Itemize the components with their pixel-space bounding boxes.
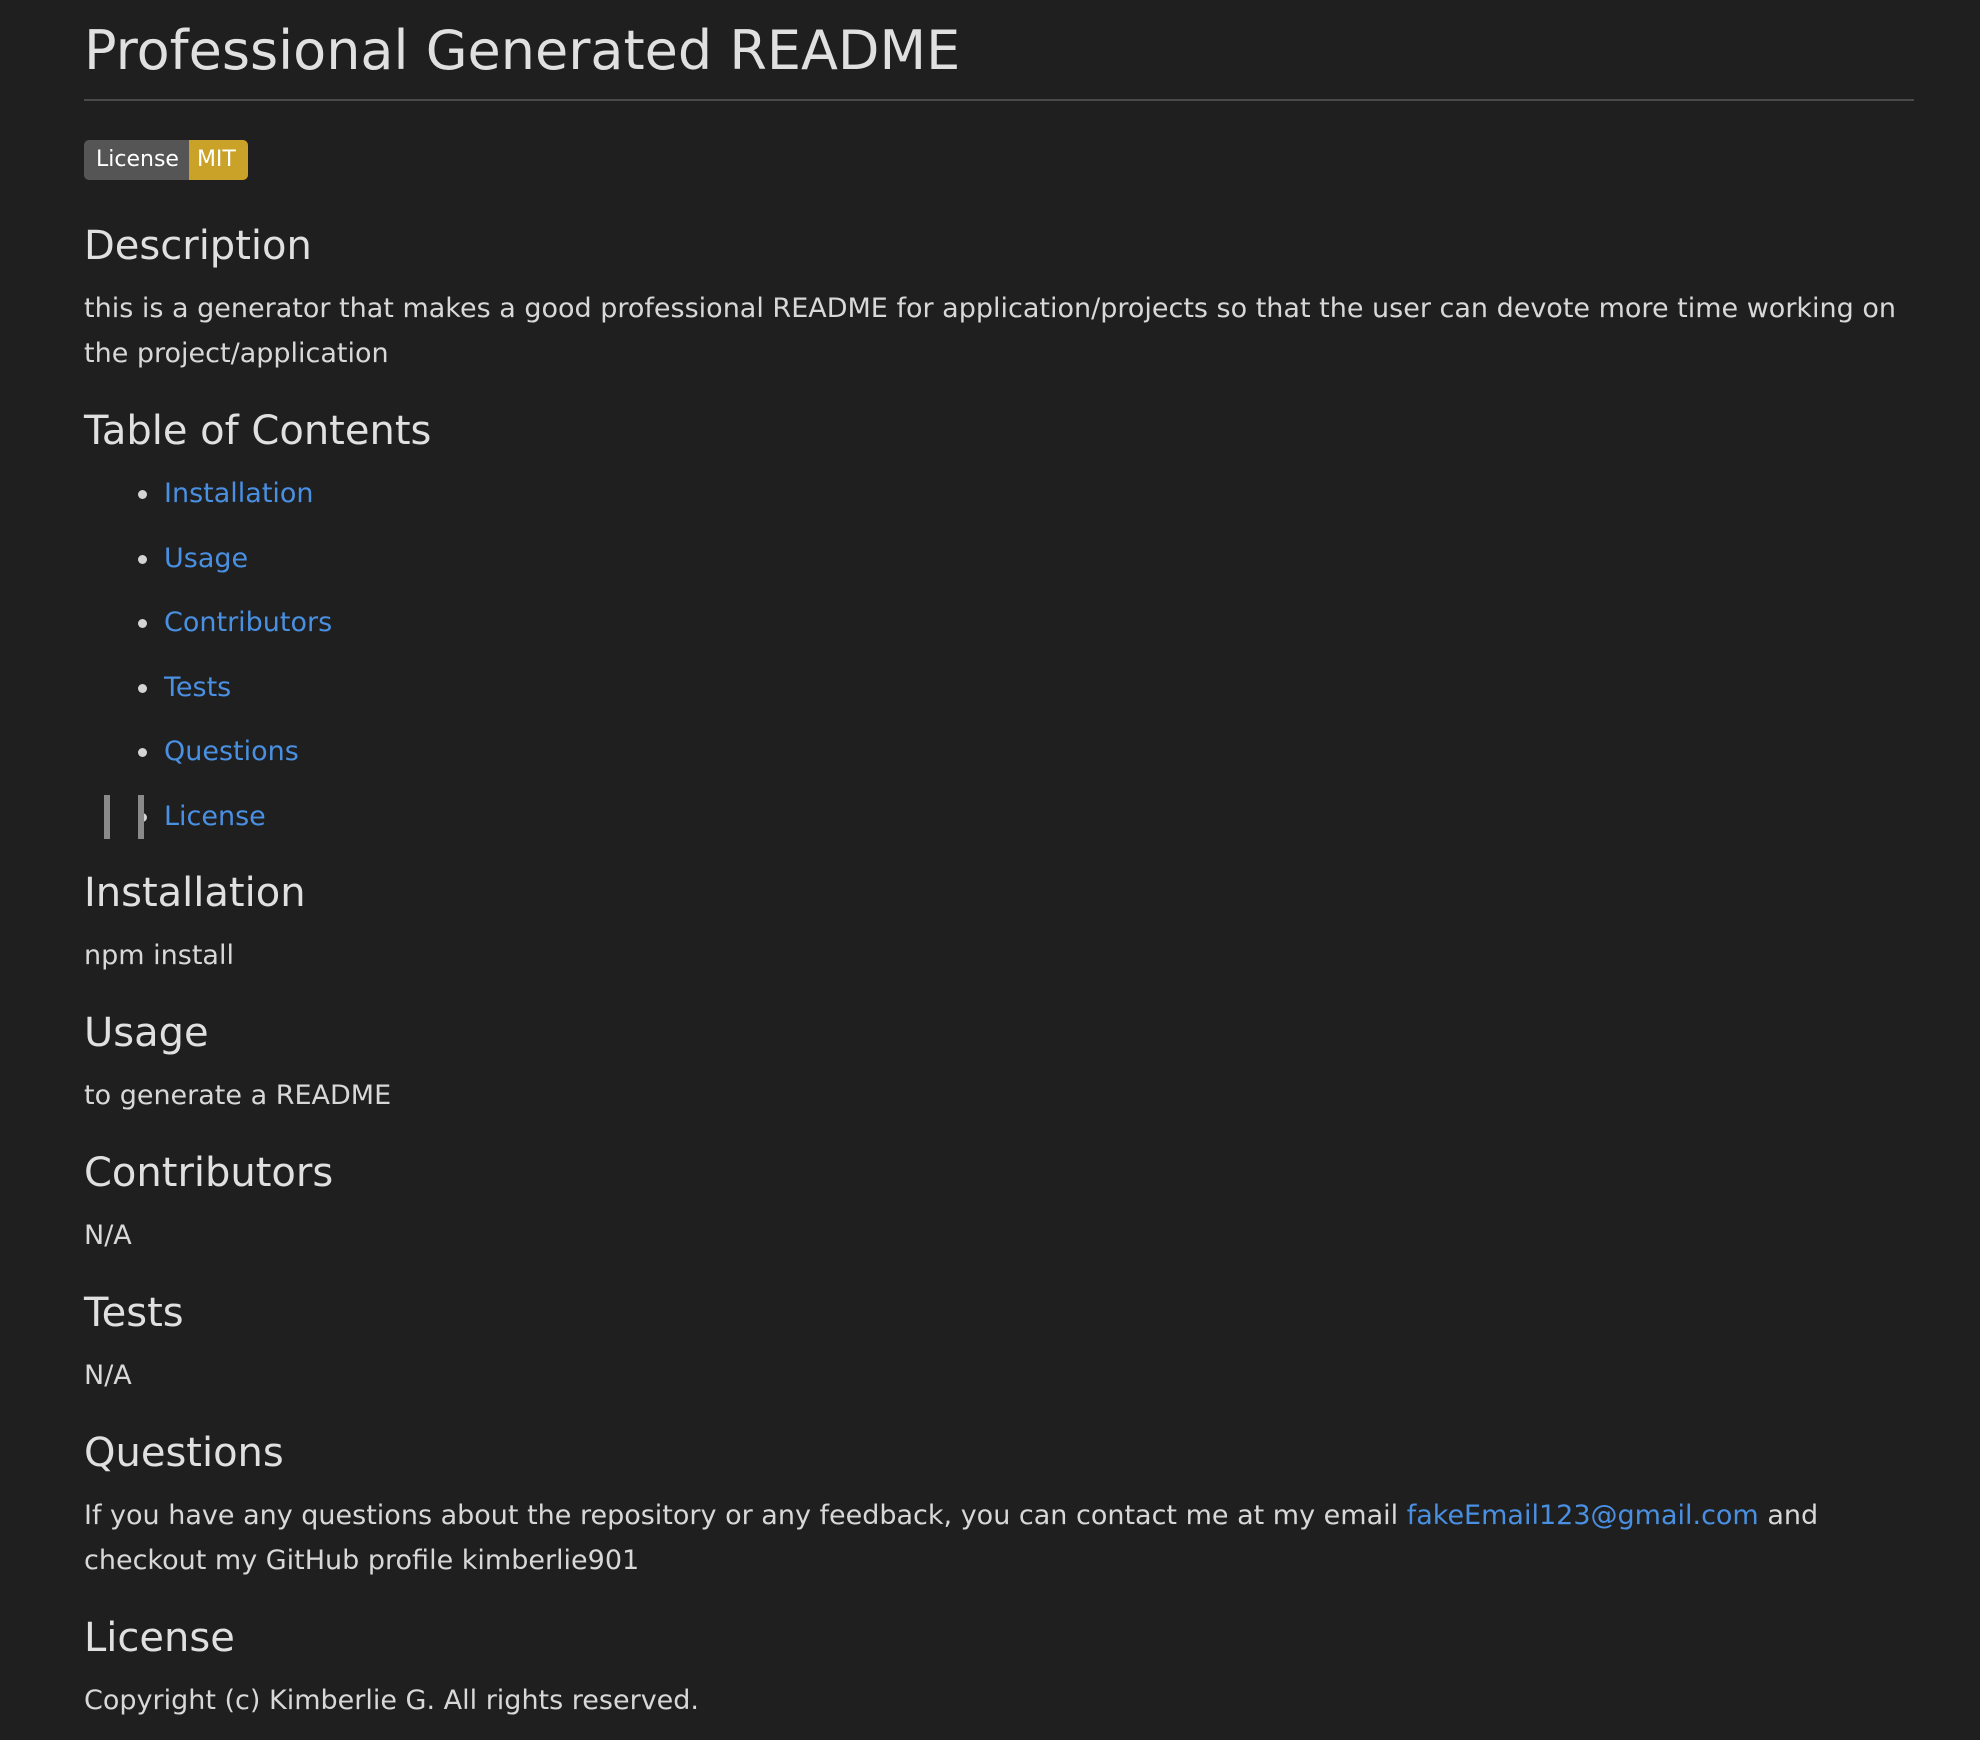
installation-text: npm install bbox=[84, 940, 234, 971]
email-link[interactable]: fakeEmail123@gmail.com bbox=[1407, 1500, 1759, 1531]
installation-heading: Installation bbox=[84, 870, 306, 916]
toc-item-questions: Questions bbox=[84, 726, 332, 791]
toc-link-license[interactable]: License bbox=[164, 801, 266, 832]
description-heading: Description bbox=[84, 223, 312, 269]
toc-link-installation[interactable]: Installation bbox=[164, 478, 314, 509]
title-divider bbox=[84, 99, 1914, 101]
tests-heading: Tests bbox=[84, 1290, 184, 1336]
toc-link-questions[interactable]: Questions bbox=[164, 736, 299, 767]
description-text: this is a generator that makes a good pr… bbox=[84, 293, 1897, 369]
tests-text: N/A bbox=[84, 1360, 132, 1391]
contributors-heading: Contributors bbox=[84, 1150, 334, 1196]
blockquote-bar bbox=[138, 795, 144, 839]
toc-link-contributors[interactable]: Contributors bbox=[164, 607, 332, 638]
usage-heading: Usage bbox=[84, 1010, 209, 1056]
toc-item-usage: Usage bbox=[84, 533, 332, 598]
page-title: Professional Generated README bbox=[84, 19, 961, 82]
toc-link-tests[interactable]: Tests bbox=[164, 672, 231, 703]
license-badge[interactable]: License MIT bbox=[84, 140, 248, 180]
license-text: Copyright (c) Kimberlie G. All rights re… bbox=[84, 1685, 700, 1716]
toc-item-tests: Tests bbox=[84, 662, 332, 727]
toc-item-installation: Installation bbox=[84, 468, 332, 533]
license-heading: License bbox=[84, 1615, 235, 1661]
toc-item-contributors: Contributors bbox=[84, 597, 332, 662]
toc-list: Installation Usage Contributors Tests Qu… bbox=[84, 468, 332, 855]
usage-text: to generate a README bbox=[84, 1080, 392, 1111]
blockquote-bar bbox=[104, 795, 110, 839]
questions-heading: Questions bbox=[84, 1430, 284, 1476]
license-badge-value: MIT bbox=[188, 140, 248, 180]
questions-text: If you have any questions about the repo… bbox=[84, 1493, 1914, 1583]
license-badge-label: License bbox=[84, 140, 189, 180]
contributors-text: N/A bbox=[84, 1220, 132, 1251]
toc-link-usage[interactable]: Usage bbox=[164, 543, 248, 574]
toc-heading: Table of Contents bbox=[84, 408, 432, 454]
questions-text-before: If you have any questions about the repo… bbox=[84, 1500, 1407, 1531]
toc-item-license: License bbox=[84, 791, 332, 856]
